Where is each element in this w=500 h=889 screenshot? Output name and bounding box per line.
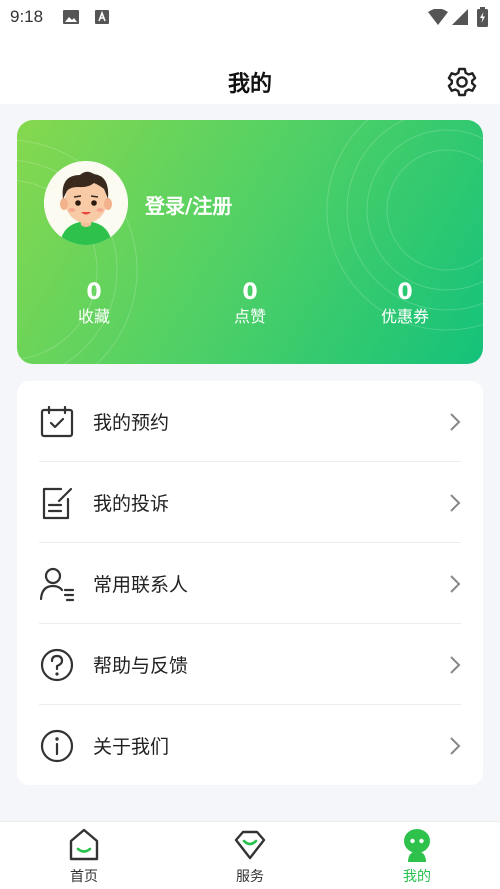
menu-item-label: 我的预约 [93,412,170,434]
status-bar: 9:18 [0,0,500,36]
settings-button[interactable] [446,66,478,98]
menu-item-complaints[interactable]: 我的投诉 [17,462,483,543]
image-notification-icon [62,9,80,29]
menu-item-label: 帮助与反馈 [93,655,189,677]
menu-item-appointments[interactable]: 我的预约 [17,381,483,462]
menu-item-label: 我的投诉 [93,493,170,515]
profile-icon [404,829,430,862]
stat-coupons[interactable]: 0 优惠券 [345,280,465,328]
help-icon [40,648,74,682]
font-notification-icon [94,9,110,29]
wifi-icon [428,8,448,29]
chevron-right-icon [450,656,461,674]
chevron-right-icon [450,413,461,431]
menu-item-help-feedback[interactable]: 帮助与反馈 [17,624,483,705]
favorites-label: 收藏 [77,307,110,326]
page-title: 我的 [227,72,272,97]
edit-document-icon [42,487,73,520]
favorites-count: 0 [86,280,102,305]
battery-icon [477,7,488,31]
menu-item-about-us[interactable]: 关于我们 [17,705,483,786]
avatar[interactable] [44,161,128,245]
likes-label: 点赞 [233,307,266,326]
coupons-count: 0 [397,280,413,305]
calendar-check-icon [40,405,74,438]
nav-label: 首页 [70,869,98,885]
bottom-nav: 首页 服务 我的 [0,821,500,889]
stat-likes[interactable]: 0 点赞 [190,280,310,328]
chevron-right-icon [450,575,461,593]
nav-item-service[interactable]: 服务 [190,822,310,889]
status-time: 9:18 [10,7,44,26]
chevron-right-icon [450,494,461,512]
likes-count: 0 [242,280,258,305]
menu-item-label: 常用联系人 [93,574,189,596]
chevron-right-icon [450,737,461,755]
home-icon [69,828,99,861]
menu-item-label: 关于我们 [93,736,170,758]
login-register-link[interactable]: 登录/注册 [145,190,232,219]
stat-favorites[interactable]: 0 收藏 [34,280,154,328]
info-icon [40,729,74,763]
gear-icon [447,67,477,97]
user-avatar-icon [44,161,128,245]
profile-card: 登录/注册 0 收藏 0 点赞 0 优惠券 [17,120,483,364]
menu-item-contacts[interactable]: 常用联系人 [17,543,483,624]
signal-icon [452,9,468,29]
nav-label: 服务 [236,869,264,885]
app-header: 我的 [0,36,500,104]
coupons-label: 优惠券 [380,307,429,326]
menu-list: 我的预约 我的投诉 常用联系人 帮助与反馈 关于我们 [17,381,483,785]
service-icon [234,830,266,860]
nav-label: 我的 [403,869,431,885]
nav-item-home[interactable]: 首页 [24,822,144,889]
contact-list-icon [39,567,75,602]
nav-item-profile[interactable]: 我的 [357,822,477,889]
